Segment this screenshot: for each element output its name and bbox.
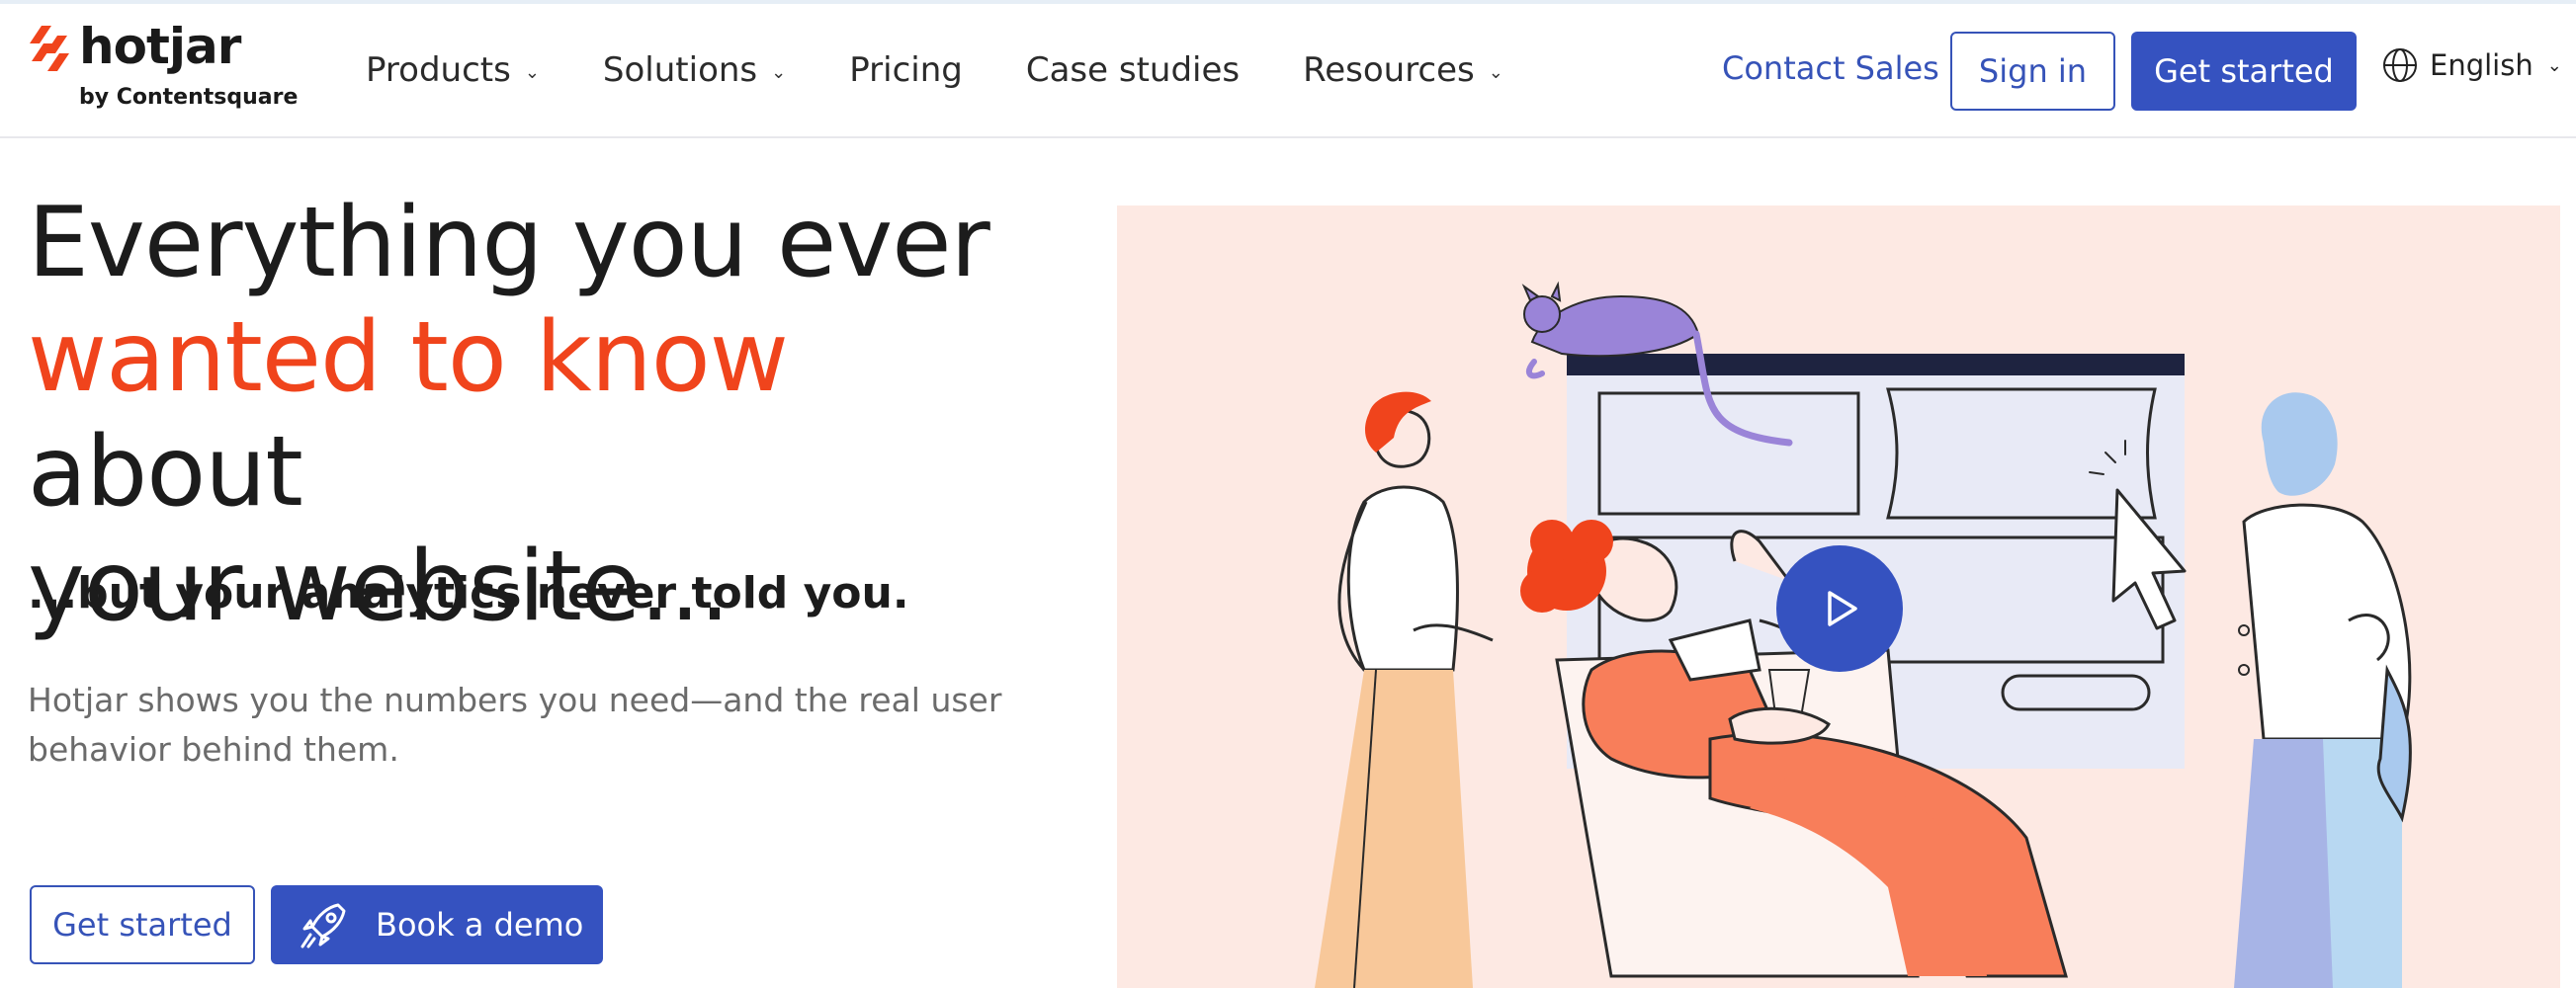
book-demo-label: Book a demo <box>376 906 584 944</box>
hero-subheadline: ...but your analytics never told you. <box>28 568 909 618</box>
rocket-icon <box>301 903 346 948</box>
logo-subtitle: by Contentsquare <box>79 85 299 110</box>
sign-in-button[interactable]: Sign in <box>1950 32 2115 111</box>
globe-icon <box>2383 48 2417 82</box>
headline-line-1: Everything you ever <box>28 187 990 299</box>
nav-item-resources[interactable]: Resources ⌄ <box>1303 50 1503 90</box>
headline-accent: wanted to know <box>28 301 789 414</box>
language-selector[interactable]: English ⌄ <box>2382 47 2562 83</box>
main-nav: Products ⌄ Solutions ⌄ Pricing Case stud… <box>366 45 1567 95</box>
hero-description: Hotjar shows you the numbers you need—an… <box>28 681 1002 769</box>
hero-illustration <box>1117 206 2560 988</box>
contact-sales-link[interactable]: Contact Sales <box>1722 49 1939 87</box>
book-demo-button[interactable]: Book a demo <box>271 885 603 964</box>
play-video-button[interactable] <box>1776 545 1903 672</box>
hotjar-logo-icon <box>30 26 69 71</box>
chevron-down-icon: ⌄ <box>771 61 787 83</box>
hero-get-started-button[interactable]: Get started <box>30 885 255 964</box>
play-icon <box>1828 591 1857 626</box>
nav-item-products[interactable]: Products ⌄ <box>366 50 540 90</box>
logo-wordmark: hotjar <box>79 18 241 75</box>
chevron-down-icon: ⌄ <box>1488 61 1503 83</box>
nav-item-case-studies[interactable]: Case studies <box>1026 50 1240 90</box>
chevron-down-icon: ⌄ <box>2546 54 2562 76</box>
language-label: English <box>2430 48 2533 82</box>
nav-item-label: Products <box>366 50 511 90</box>
hotjar-logo[interactable]: hotjar by Contentsquare <box>28 18 299 119</box>
chevron-down-icon: ⌄ <box>524 61 540 83</box>
headline-after-accent: about <box>28 416 303 529</box>
nav-item-label: Resources <box>1303 50 1475 90</box>
site-header: hotjar by Contentsquare Products ⌄ Solut… <box>0 0 2576 138</box>
nav-item-label: Pricing <box>849 50 963 90</box>
header-get-started-button[interactable]: Get started <box>2131 32 2357 111</box>
nav-item-label: Solutions <box>602 50 758 90</box>
nav-item-pricing[interactable]: Pricing <box>849 50 963 90</box>
nav-item-label: Case studies <box>1025 50 1241 90</box>
nav-item-solutions[interactable]: Solutions ⌄ <box>603 50 786 90</box>
